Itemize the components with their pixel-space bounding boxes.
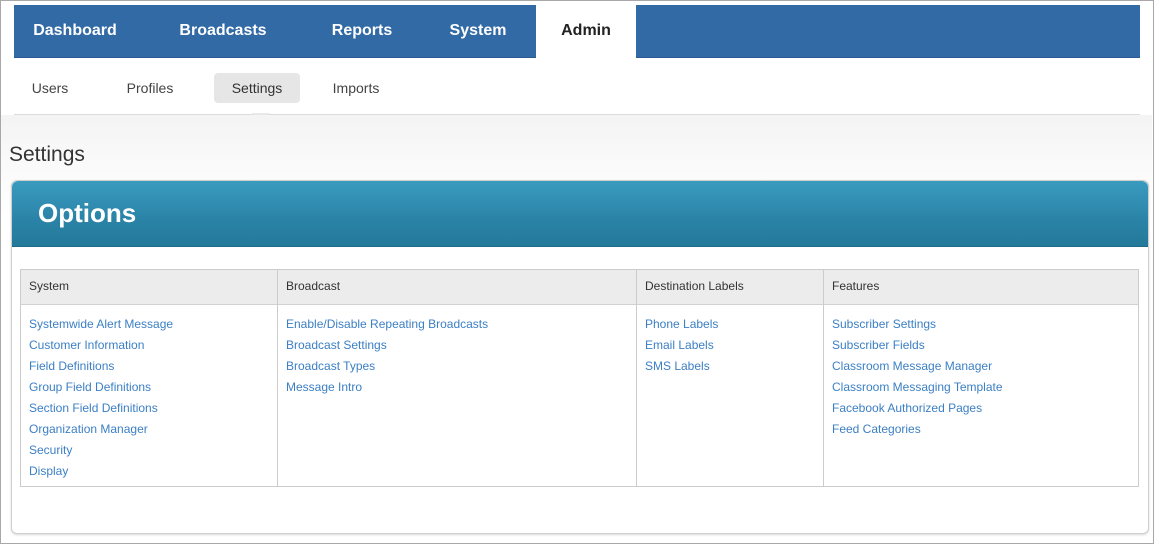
top-nav: Dashboard Broadcasts Reports System Admi… bbox=[14, 5, 1140, 59]
link-field-definitions[interactable]: Field Definitions bbox=[29, 356, 173, 377]
subnav-tab-profiles[interactable]: Profiles bbox=[118, 73, 182, 103]
nav-tab-broadcasts[interactable]: Broadcasts bbox=[164, 5, 282, 57]
link-feed-categories[interactable]: Feed Categories bbox=[832, 419, 1003, 440]
link-list: Systemwide Alert Message Customer Inform… bbox=[29, 314, 173, 482]
nav-tab-reports[interactable]: Reports bbox=[312, 5, 412, 57]
nav-tab-dashboard[interactable]: Dashboard bbox=[14, 5, 136, 57]
options-column-broadcast: Broadcast Enable/Disable Repeating Broad… bbox=[277, 270, 637, 486]
link-systemwide-alert-message[interactable]: Systemwide Alert Message bbox=[29, 314, 173, 335]
column-header: Features bbox=[832, 279, 880, 293]
nav-tab-system[interactable]: System bbox=[428, 5, 528, 57]
link-phone-labels[interactable]: Phone Labels bbox=[645, 314, 718, 335]
options-title: Options bbox=[38, 198, 137, 228]
link-list: Enable/Disable Repeating Broadcasts Broa… bbox=[286, 314, 488, 398]
subnav-tab-settings[interactable]: Settings bbox=[214, 73, 300, 103]
link-email-labels[interactable]: Email Labels bbox=[645, 335, 718, 356]
options-panel: Options System Systemwide Alert Message … bbox=[11, 180, 1149, 534]
nav-tab-admin[interactable]: Admin bbox=[536, 5, 636, 59]
options-column-system: System Systemwide Alert Message Customer… bbox=[21, 270, 277, 486]
link-list: Phone Labels Email Labels SMS Labels bbox=[645, 314, 718, 377]
column-header: Broadcast bbox=[286, 279, 341, 293]
link-broadcast-settings[interactable]: Broadcast Settings bbox=[286, 335, 488, 356]
link-classroom-messaging-template[interactable]: Classroom Messaging Template bbox=[832, 377, 1003, 398]
link-broadcast-types[interactable]: Broadcast Types bbox=[286, 356, 488, 377]
link-subscriber-fields[interactable]: Subscriber Fields bbox=[832, 335, 1003, 356]
sub-nav: Users Profiles Settings Imports bbox=[14, 58, 1140, 115]
link-section-field-definitions[interactable]: Section Field Definitions bbox=[29, 398, 173, 419]
column-header: Destination Labels bbox=[645, 279, 744, 293]
link-message-intro[interactable]: Message Intro bbox=[286, 377, 488, 398]
subnav-tab-users[interactable]: Users bbox=[24, 73, 76, 103]
link-customer-information[interactable]: Customer Information bbox=[29, 335, 173, 356]
options-column-features: Features Subscriber Settings Subscriber … bbox=[823, 270, 1138, 486]
link-subscriber-settings[interactable]: Subscriber Settings bbox=[832, 314, 1003, 335]
subnav-tab-imports[interactable]: Imports bbox=[324, 73, 388, 103]
link-list: Subscriber Settings Subscriber Fields Cl… bbox=[832, 314, 1003, 440]
link-sms-labels[interactable]: SMS Labels bbox=[645, 356, 718, 377]
page-title: Settings bbox=[9, 143, 85, 166]
link-organization-manager[interactable]: Organization Manager bbox=[29, 419, 173, 440]
link-security[interactable]: Security bbox=[29, 440, 173, 461]
link-enable-disable-repeating-broadcasts[interactable]: Enable/Disable Repeating Broadcasts bbox=[286, 314, 488, 335]
options-table: System Systemwide Alert Message Customer… bbox=[20, 269, 1139, 487]
link-classroom-message-manager[interactable]: Classroom Message Manager bbox=[832, 356, 1003, 377]
column-header: System bbox=[29, 279, 70, 293]
link-facebook-authorized-pages[interactable]: Facebook Authorized Pages bbox=[832, 398, 1003, 419]
link-display[interactable]: Display bbox=[29, 461, 173, 482]
link-group-field-definitions[interactable]: Group Field Definitions bbox=[29, 377, 173, 398]
options-column-destination-labels: Destination Labels Phone Labels Email La… bbox=[636, 270, 824, 486]
options-panel-header: Options bbox=[12, 181, 1148, 247]
